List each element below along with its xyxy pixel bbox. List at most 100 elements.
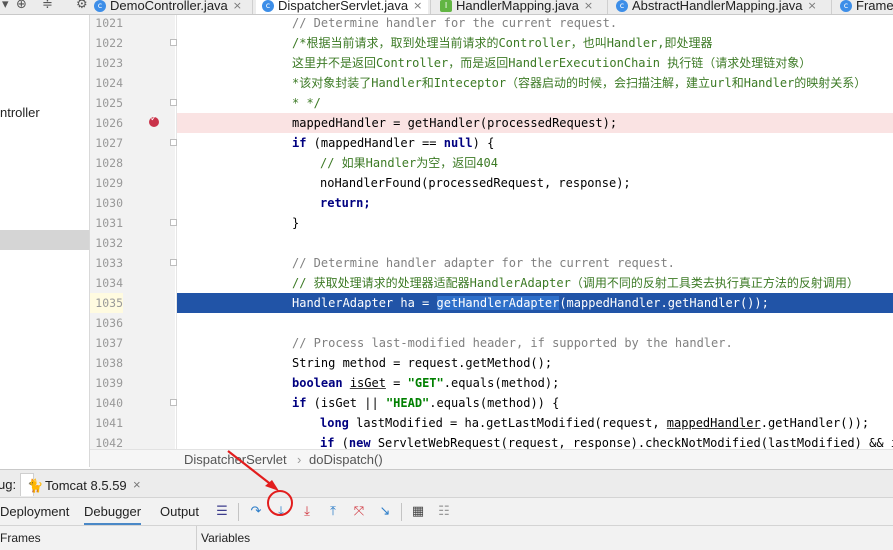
tab-label: DispatcherServlet.java [278, 0, 409, 13]
close-icon[interactable]: × [233, 0, 242, 12]
editor-tab-bar: ▾ ⊕ ≑ ⚙ c DemoController.java × c Dispat… [0, 0, 893, 15]
tab-demo-controller[interactable]: c DemoController.java × [88, 0, 250, 14]
tab-framework[interactable]: c Framew [834, 0, 893, 14]
run-to-cursor-icon[interactable]: ↘ [375, 502, 395, 522]
tab-deployment[interactable]: Deployment [0, 498, 69, 526]
code-line: // Process last-modified header, if supp… [292, 336, 733, 350]
project-panel: ntroller [0, 15, 90, 467]
code-line: return; [320, 196, 371, 210]
tab-dispatcher-servlet[interactable]: c DispatcherServlet.java × [256, 0, 428, 14]
fold-marker-icon[interactable] [170, 99, 177, 106]
code-line: // 获取处理请求的处理器适配器HandlerAdapter（调用不同的反射工具… [292, 276, 859, 290]
interface-icon: I [440, 0, 452, 12]
code-line: if (mappedHandler == null) { [292, 136, 495, 150]
breadcrumb-separator: › [297, 452, 302, 467]
line-number[interactable]: 1035 [90, 293, 123, 313]
code-line: // Determine handler for the current req… [292, 16, 618, 30]
run-config-label: Tomcat 8.5.59 [45, 478, 127, 493]
breadcrumb-method[interactable]: doDispatch() [309, 450, 383, 470]
step-out-icon[interactable]: ⤒ [323, 502, 343, 522]
debug-panes: Frames Variables [0, 525, 893, 550]
frames-label: Frames [0, 531, 41, 545]
line-number[interactable]: 1027 [90, 133, 123, 153]
drop-frame-icon[interactable]: ⤧ [349, 502, 369, 522]
line-number[interactable]: 1023 [90, 53, 123, 73]
tab-handler-mapping[interactable]: I HandlerMapping.java × [434, 0, 604, 14]
line-number[interactable]: 1037 [90, 333, 123, 353]
breadcrumb: DispatcherServlet › doDispatch() [90, 449, 893, 470]
tab-output[interactable]: Output [160, 498, 199, 526]
tab-debugger[interactable]: Debugger [84, 498, 142, 526]
line-number[interactable]: 1033 [90, 253, 123, 273]
line-number[interactable]: 1024 [90, 73, 123, 93]
code-line: // 如果Handler为空，返回404 [320, 156, 498, 170]
close-icon[interactable]: × [808, 0, 817, 12]
breakpoint-line: mappedHandler = getHandler(processedRequ… [177, 113, 893, 133]
tab-label: DemoController.java [110, 0, 228, 13]
line-number[interactable]: 1034 [90, 273, 123, 293]
class-icon: c [94, 0, 106, 12]
line-number[interactable]: 1029 [90, 173, 123, 193]
execution-line: HandlerAdapter ha = getHandlerAdapter(ma… [177, 293, 893, 313]
class-icon: c [840, 0, 852, 12]
code-line: boolean isGet = "GET".equals(method); [292, 376, 560, 390]
show-execution-point-icon[interactable]: ☰ [212, 502, 232, 522]
code-line: *该对象封装了Handler和Inteceptor（容器启动的时候，会扫描注解，… [292, 76, 867, 90]
tab-label: HandlerMapping.java [456, 0, 579, 13]
code-line: noHandlerFound(processedRequest, respons… [320, 176, 631, 190]
tab-abstract-handler-mapping[interactable]: c AbstractHandlerMapping.java × [610, 0, 836, 14]
line-number[interactable]: 1040 [90, 393, 123, 413]
line-number[interactable]: 1022 [90, 33, 123, 53]
code-line: /*根据当前请求，取到处理当前请求的Controller，也叫Handler,即… [292, 36, 713, 50]
line-number[interactable]: 1025 [90, 93, 123, 113]
line-number[interactable]: 1030 [90, 193, 123, 213]
code-line: String method = request.getMethod(); [292, 356, 553, 370]
class-icon: c [262, 0, 274, 12]
line-number[interactable]: 1021 [90, 13, 123, 33]
code-line: // Determine handler adapter for the cur… [292, 256, 675, 270]
tab-label: AbstractHandlerMapping.java [632, 0, 803, 13]
code-editor[interactable]: // Determine handler for the current req… [177, 15, 893, 452]
line-number[interactable]: 1041 [90, 413, 123, 433]
fold-marker-icon[interactable] [170, 399, 177, 406]
tomcat-icon: 🐈 [27, 478, 44, 493]
code-line: long lastModified = ha.getLastModified(r… [320, 416, 870, 430]
debug-window-header: ug: 🐈 Tomcat 8.5.59 × [0, 469, 893, 498]
project-selected-row[interactable] [0, 230, 89, 250]
line-number[interactable]: 1039 [90, 373, 123, 393]
evaluate-expression-icon[interactable]: ▦ [408, 502, 428, 522]
line-number[interactable]: 1026 [90, 113, 123, 133]
line-number[interactable]: 1031 [90, 213, 123, 233]
code-line: 这里并不是返回Controller，而是返回HandlerExecutionCh… [292, 56, 812, 70]
debug-toolbar: Deployment Debugger Output ☰ ↷ ⤓ ⤓ ⤒ ⤧ ↘… [0, 497, 893, 526]
variables-label: Variables [201, 531, 251, 545]
gear-icon[interactable]: ⚙ [76, 0, 88, 12]
class-icon: c [616, 0, 628, 12]
breakpoint-icon[interactable] [149, 114, 159, 127]
run-config-tab[interactable]: 🐈 Tomcat 8.5.59 × [20, 473, 141, 496]
dropdown-arrow-icon[interactable]: ▾ [2, 0, 9, 12]
locate-icon[interactable]: ⊕ [16, 0, 27, 12]
annotation-circle [267, 490, 293, 516]
code-line: if (isGet || "HEAD".equals(method)) { [292, 396, 560, 410]
tab-label: Framew [856, 0, 893, 13]
debug-title: ug: [0, 477, 17, 492]
trace-icon[interactable]: ☷ [434, 502, 454, 522]
force-step-into-icon[interactable]: ⤓ [297, 502, 317, 522]
fold-marker-icon[interactable] [170, 259, 177, 266]
line-number[interactable]: 1028 [90, 153, 123, 173]
close-icon[interactable]: × [133, 477, 141, 492]
close-icon[interactable]: × [584, 0, 593, 12]
fold-marker-icon[interactable] [170, 219, 177, 226]
fold-marker-icon[interactable] [170, 39, 177, 46]
toolbar-icons: ▾ ⊕ ≑ ⚙ [0, 0, 90, 14]
line-number[interactable]: 1032 [90, 233, 123, 253]
line-number[interactable]: 1038 [90, 353, 123, 373]
step-over-icon[interactable]: ↷ [246, 502, 266, 522]
collapse-icon[interactable]: ≑ [42, 0, 53, 12]
close-icon[interactable]: × [413, 0, 422, 12]
fold-marker-icon[interactable] [170, 139, 177, 146]
code-line: * */ [292, 96, 321, 110]
project-item-controller[interactable]: ntroller [0, 105, 40, 120]
line-number[interactable]: 1036 [90, 313, 123, 333]
